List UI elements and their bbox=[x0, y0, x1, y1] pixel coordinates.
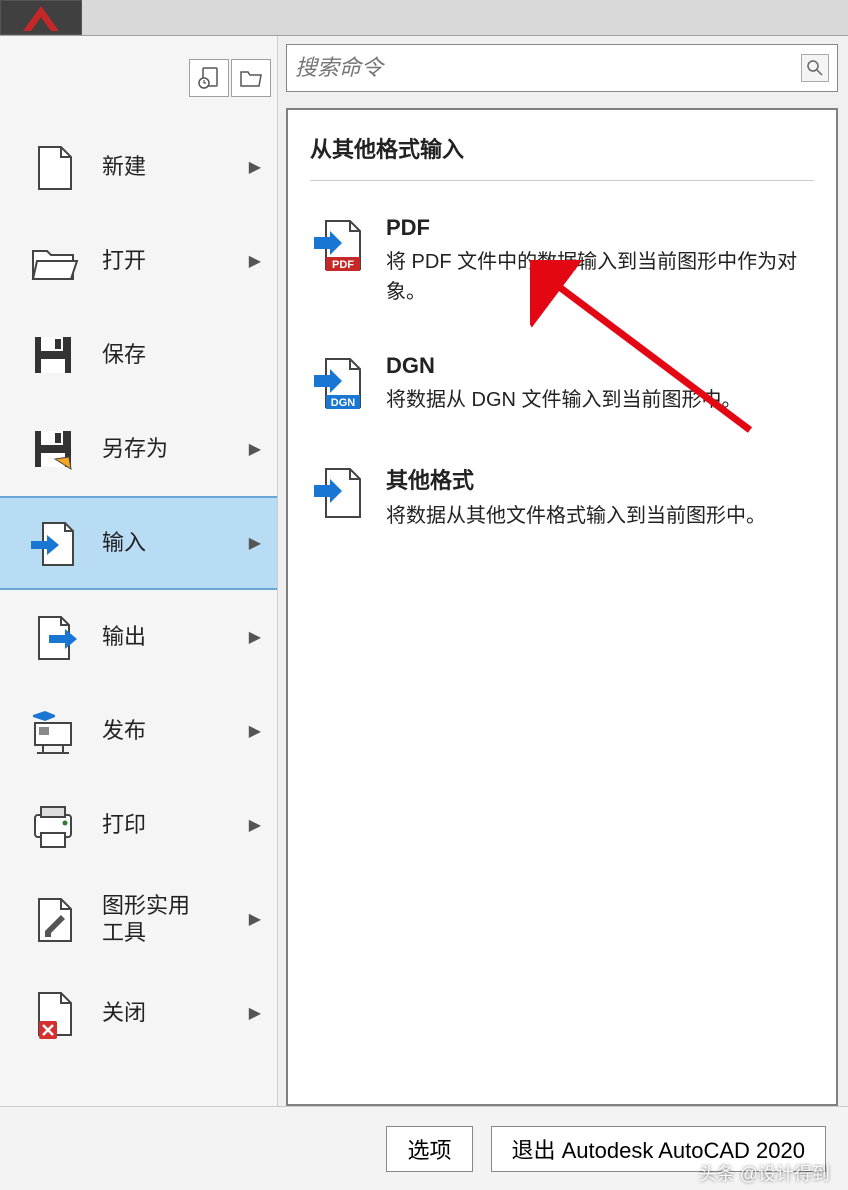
menu-item-5[interactable]: 输出 ▶ bbox=[0, 590, 277, 684]
menu-label: 打印 bbox=[102, 811, 249, 839]
menu-item-9[interactable]: 关闭 ▶ bbox=[0, 966, 277, 1060]
search-box bbox=[286, 44, 838, 92]
menu-label: 输入 bbox=[102, 529, 249, 557]
menu-icon bbox=[22, 136, 84, 198]
menu-label: 新建 bbox=[102, 153, 249, 181]
chevron-right-icon: ▶ bbox=[249, 815, 261, 835]
submenu-item-desc: 将数据从其他文件格式输入到当前图形中。 bbox=[386, 501, 812, 531]
menu-list: 新建 ▶ 打开 ▶ 保存 另存为 ▶ 输入 ▶ 输出 ▶ 发布 ▶ 打印 ▶ 图… bbox=[0, 120, 277, 1106]
menu-label: 图形实用工具 bbox=[102, 892, 249, 947]
menu-label: 发布 bbox=[102, 717, 249, 745]
svg-text:PDF: PDF bbox=[332, 259, 354, 271]
menu-icon bbox=[22, 794, 84, 856]
chevron-right-icon: ▶ bbox=[249, 627, 261, 647]
menu-icon bbox=[22, 418, 84, 480]
menu-item-0[interactable]: 新建 ▶ bbox=[0, 120, 277, 214]
menu-item-2[interactable]: 保存 bbox=[0, 308, 277, 402]
menu-item-3[interactable]: 另存为 ▶ bbox=[0, 402, 277, 496]
menu-label: 保存 bbox=[102, 341, 267, 369]
menu-item-4[interactable]: 输入 ▶ bbox=[0, 496, 277, 590]
menu-label: 另存为 bbox=[102, 435, 249, 463]
menu-item-1[interactable]: 打开 ▶ bbox=[0, 214, 277, 308]
chevron-right-icon: ▶ bbox=[249, 909, 261, 929]
chevron-right-icon: ▶ bbox=[249, 533, 261, 553]
submenu-item-label: DGN bbox=[386, 353, 812, 379]
app-logo[interactable] bbox=[0, 0, 82, 35]
svg-text:DGN: DGN bbox=[331, 397, 356, 409]
dgn-import-icon: DGN bbox=[312, 355, 370, 417]
chevron-right-icon: ▶ bbox=[249, 439, 261, 459]
search-icon[interactable] bbox=[801, 54, 829, 82]
open-docs-button[interactable] bbox=[231, 59, 271, 97]
menu-item-8[interactable]: 图形实用工具 ▶ bbox=[0, 872, 277, 966]
pdf-import-icon: PDF bbox=[312, 217, 370, 279]
chevron-right-icon: ▶ bbox=[249, 157, 261, 177]
submenu-title: 从其他格式输入 bbox=[310, 132, 814, 181]
submenu-items: PDF PDF 将 PDF 文件中的数据输入到当前图形中作为对象。 DGN DG… bbox=[310, 205, 814, 541]
submenu-item-desc: 将数据从 DGN 文件输入到当前图形中。 bbox=[386, 385, 812, 415]
submenu-item-pdf[interactable]: PDF PDF 将 PDF 文件中的数据输入到当前图形中作为对象。 bbox=[310, 205, 814, 317]
menu-label: 关闭 bbox=[102, 999, 249, 1027]
submenu-item-label: PDF bbox=[386, 215, 812, 241]
submenu-panel: 从其他格式输入 PDF PDF 将 PDF 文件中的数据输入到当前图形中作为对象… bbox=[286, 108, 838, 1106]
chevron-right-icon: ▶ bbox=[249, 1003, 261, 1023]
recent-docs-button[interactable] bbox=[189, 59, 229, 97]
exit-button[interactable]: 退出 Autodesk AutoCAD 2020 bbox=[491, 1126, 827, 1172]
menu-icon bbox=[22, 606, 84, 668]
menu-item-7[interactable]: 打印 ▶ bbox=[0, 778, 277, 872]
search-input[interactable] bbox=[295, 55, 801, 81]
submenu-item-desc: 将 PDF 文件中的数据输入到当前图形中作为对象。 bbox=[386, 247, 812, 307]
options-button[interactable]: 选项 bbox=[386, 1126, 472, 1172]
footer: 选项 退出 Autodesk AutoCAD 2020 bbox=[0, 1106, 848, 1190]
menu-label: 打开 bbox=[102, 247, 249, 275]
menu-icon bbox=[22, 512, 84, 574]
chevron-right-icon: ▶ bbox=[249, 251, 261, 271]
other-import-icon bbox=[312, 465, 370, 527]
menu-icon bbox=[22, 888, 84, 950]
menu-icon bbox=[22, 324, 84, 386]
menu-label: 输出 bbox=[102, 623, 249, 651]
submenu-item-label: 其他格式 bbox=[386, 463, 812, 495]
menu-icon bbox=[22, 700, 84, 762]
submenu-item-other[interactable]: 其他格式 将数据从其他文件格式输入到当前图形中。 bbox=[310, 453, 814, 541]
app-menu-sidebar: 新建 ▶ 打开 ▶ 保存 另存为 ▶ 输入 ▶ 输出 ▶ 发布 ▶ 打印 ▶ 图… bbox=[0, 36, 278, 1106]
chevron-right-icon: ▶ bbox=[249, 721, 261, 741]
menu-item-6[interactable]: 发布 ▶ bbox=[0, 684, 277, 778]
menu-icon bbox=[22, 982, 84, 1044]
submenu-item-dgn[interactable]: DGN DGN 将数据从 DGN 文件输入到当前图形中。 bbox=[310, 343, 814, 427]
menu-icon bbox=[22, 230, 84, 292]
titlebar bbox=[0, 0, 848, 36]
